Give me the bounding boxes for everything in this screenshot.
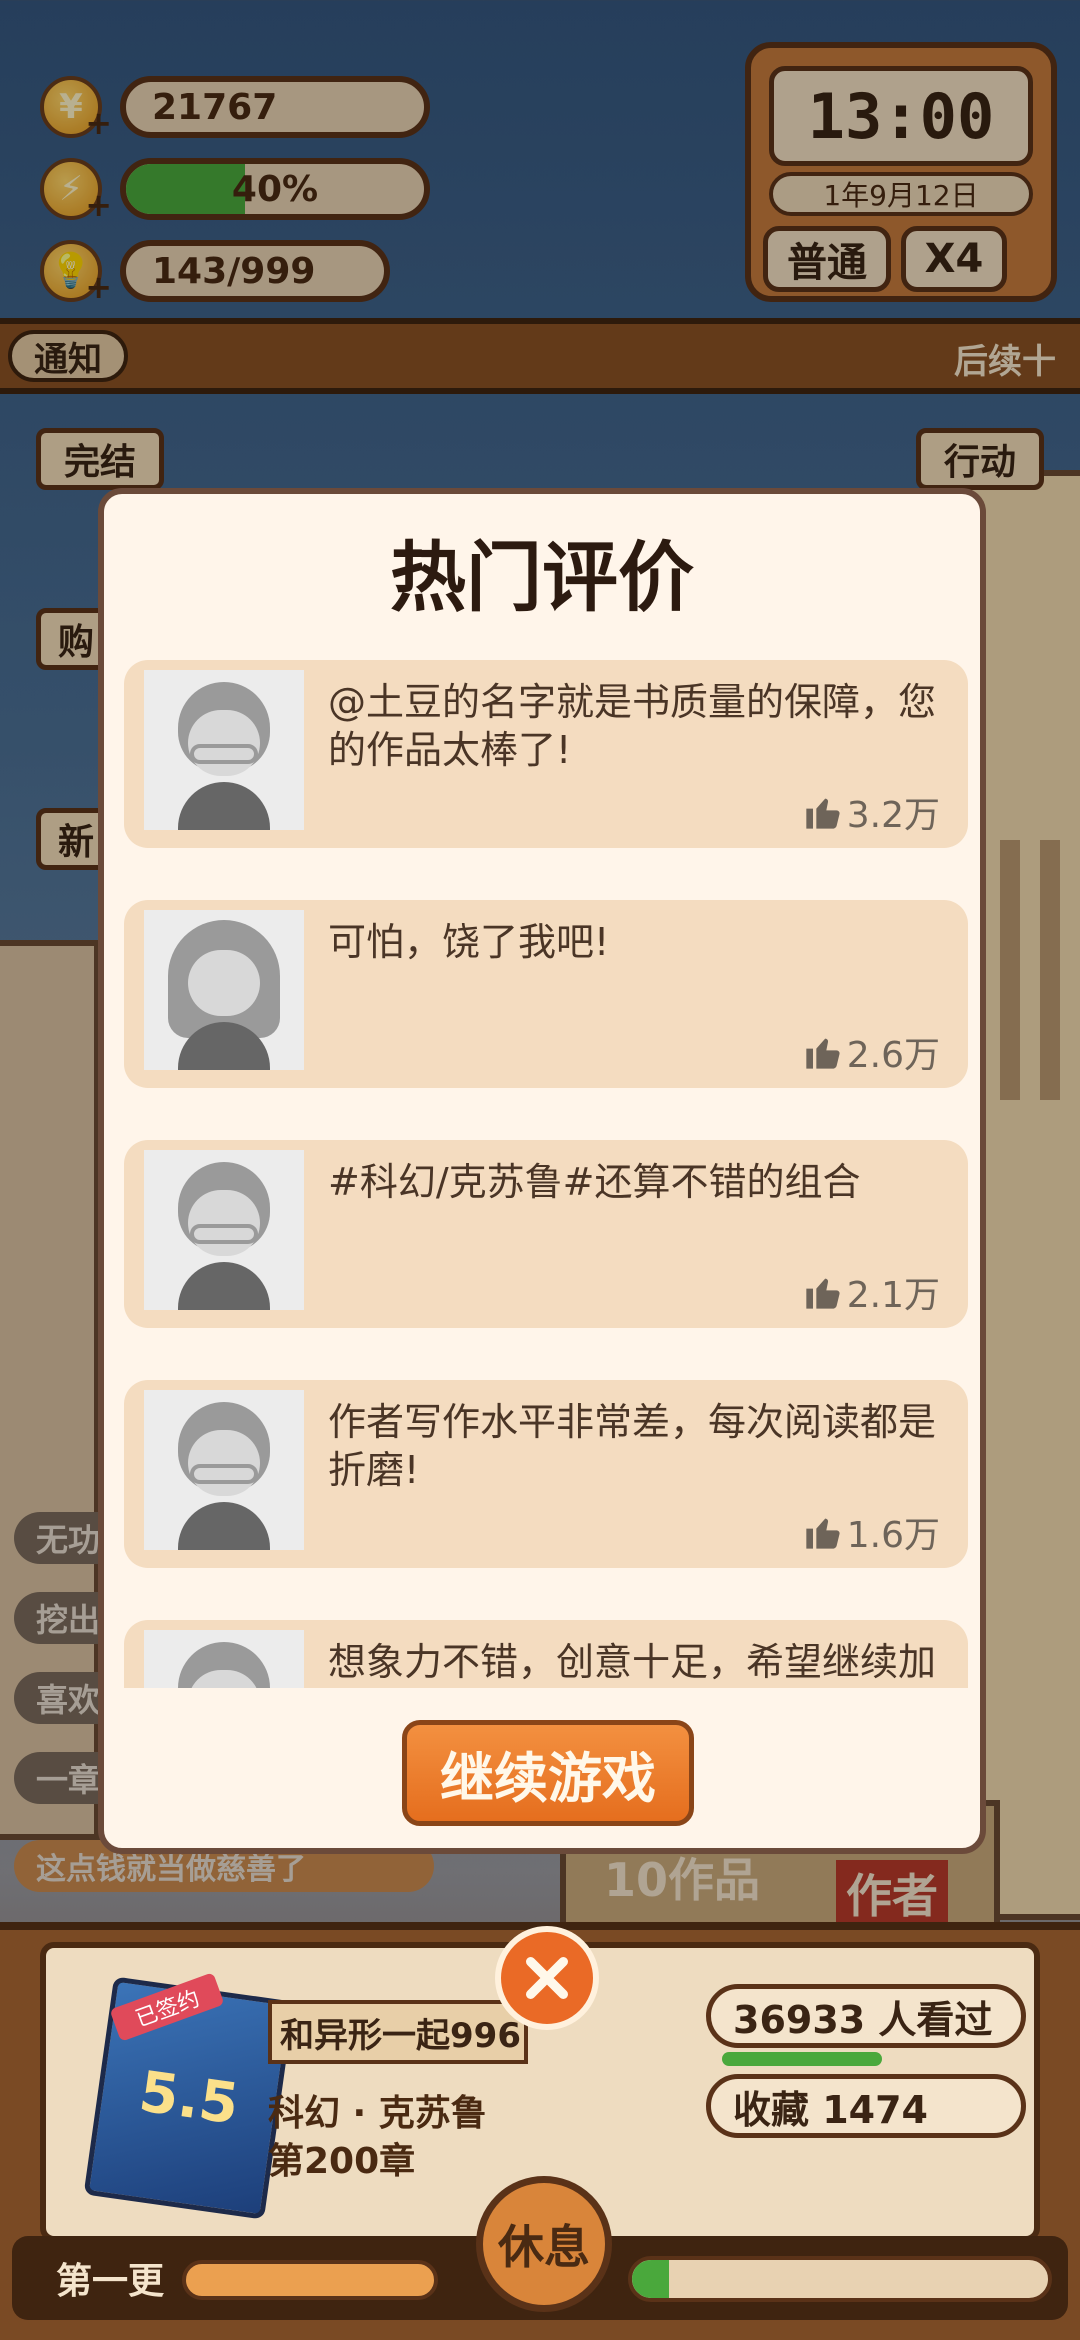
review-list[interactable]: @土豆的名字就是书质量的保障，您的作品太棒了! 3.2万 可怕，饶了我吧! 2.… (124, 660, 968, 1688)
thumbs-up-icon (806, 1518, 840, 1549)
boy-glasses-icon (144, 1630, 304, 1688)
review-text: 可怕，饶了我吧! (328, 920, 610, 964)
close-button[interactable] (495, 1926, 599, 2030)
thumbs-up-icon (806, 1038, 840, 1069)
like-value: 1.6万 (846, 1515, 940, 1556)
thumbs-up-icon (806, 1278, 840, 1309)
book-chapter: 第200章 (268, 2141, 416, 2182)
book-title: 和异形一起996 (268, 2000, 528, 2064)
like-count[interactable]: 3.2万 (803, 786, 940, 838)
writing-progress-bar (628, 2256, 1052, 2302)
rest-button[interactable]: 休息 (476, 2176, 612, 2312)
favorites-count: 收藏 1474 (706, 2074, 1026, 2138)
close-icon (526, 1957, 568, 1999)
readers-bar (722, 2052, 882, 2066)
review-card: #科幻/克苏鲁#还算不错的组合 2.1万 (124, 1140, 968, 1328)
book-genre: 科幻 · 克苏鲁 (268, 2093, 487, 2134)
review-card: @土豆的名字就是书质量的保障，您的作品太棒了! 3.2万 (124, 660, 968, 848)
like-count[interactable]: 2.6万 (803, 1026, 940, 1078)
thumbs-up-icon (806, 798, 840, 829)
boy-glasses-icon (144, 1390, 304, 1550)
review-text: 想象力不错，创意十足，希望继续加油! (328, 1640, 937, 1684)
boy-glasses-icon (144, 1150, 304, 1310)
boy-glasses-icon (144, 670, 304, 830)
hot-reviews-dialog: 热门评价 @土豆的名字就是书质量的保障，您的作品太棒了! 3.2万 可怕，饶了我… (98, 488, 986, 1854)
readers-count: 36933 人看过 (706, 1984, 1026, 2048)
like-count[interactable]: 2.1万 (803, 1266, 940, 1318)
like-count[interactable]: 1.6万 (803, 1506, 940, 1558)
review-card: 想象力不错，创意十足，希望继续加油! (124, 1620, 968, 1688)
review-text: 作者写作水平非常差，每次阅读都是折磨! (328, 1400, 937, 1492)
chapter-label: 第一更 (56, 2261, 165, 2302)
like-value: 2.1万 (846, 1275, 940, 1316)
review-card: 作者写作水平非常差，每次阅读都是折磨! 1.6万 (124, 1380, 968, 1568)
dialog-title: 热门评价 (390, 533, 694, 622)
review-card: 可怕，饶了我吧! 2.6万 (124, 900, 968, 1088)
review-text: @土豆的名字就是书质量的保障，您的作品太棒了! (328, 680, 937, 772)
continue-game-button[interactable]: 继续游戏 (402, 1720, 694, 1826)
girl-icon (144, 910, 304, 1070)
like-value: 3.2万 (846, 795, 940, 836)
chapter-bar (182, 2260, 438, 2300)
review-text: #科幻/克苏鲁#还算不错的组合 (328, 1160, 861, 1204)
writing-progress-fill (632, 2260, 670, 2298)
like-value: 2.6万 (846, 1035, 940, 1076)
